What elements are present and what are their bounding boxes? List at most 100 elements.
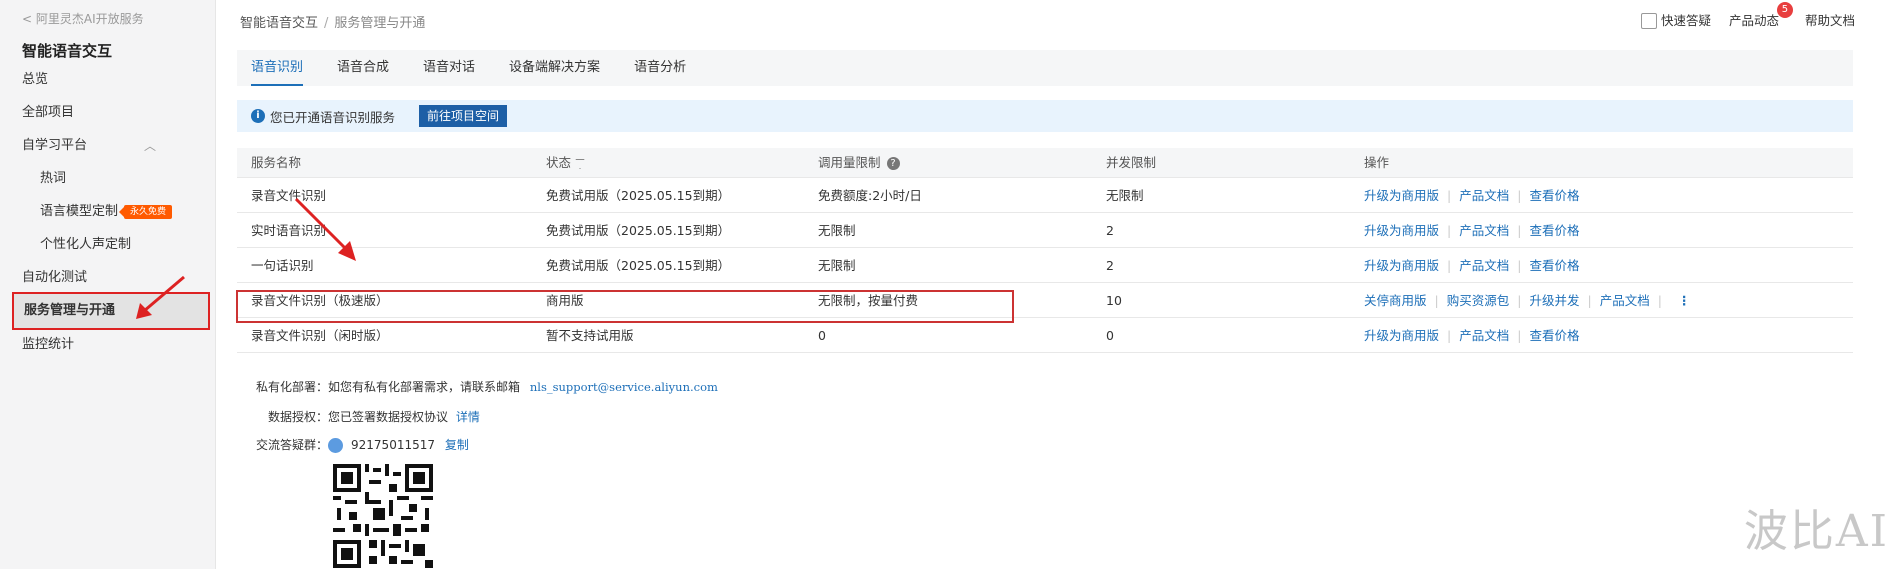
tab-speech-analysis[interactable]: 语音分析 bbox=[634, 50, 686, 86]
data-auth-label: 数据授权： bbox=[268, 410, 329, 424]
filter-icon[interactable] bbox=[575, 158, 586, 169]
stop-commercial-link[interactable]: 关停商用版 bbox=[1364, 293, 1427, 308]
table-row: 实时语音识别 免费试用版（2025.05.15到期） 无限制 2 升级为商用版 |… bbox=[237, 213, 1853, 248]
upgrade-concurrency-link[interactable]: 升级并发 bbox=[1529, 293, 1579, 308]
copy-link[interactable]: 复制 bbox=[445, 438, 469, 452]
back-link[interactable]: < 阿里灵杰AI开放服务 bbox=[22, 10, 144, 27]
upgrade-commercial-link[interactable]: 升级为商用版 bbox=[1364, 328, 1439, 343]
table-row: 录音文件识别（极速版） 商用版 无限制，按量付费 10 关停商用版 | 购买资源包 |… bbox=[237, 283, 1853, 318]
group-info: 交流答疑群： 92175011517 复制 bbox=[256, 436, 469, 453]
breadcrumb-root[interactable]: 智能语音交互 bbox=[240, 16, 318, 31]
call-limit: 0 bbox=[818, 328, 826, 343]
row-actions: 升级为商用版 | 产品文档 | 查看价格 bbox=[1364, 188, 1580, 203]
view-price-link[interactable]: 查看价格 bbox=[1529, 328, 1579, 343]
table-row: 录音文件识别 免费试用版（2025.05.15到期） 免费额度:2小时/日 无限… bbox=[237, 178, 1853, 213]
service-name: 实时语音识别 bbox=[251, 223, 327, 238]
service-tabs: 语音识别 语音合成 语音对话 设备端解决方案 语音分析 bbox=[237, 50, 1853, 86]
data-auth-info: 数据授权：您已签署数据授权协议 详情 bbox=[268, 408, 480, 425]
sidebar-item-label: 语言模型定制 bbox=[40, 204, 119, 219]
table-header: 服务名称 状态 调用量限制? 并发限制 操作 bbox=[237, 148, 1853, 178]
concurrency-limit: 10 bbox=[1106, 293, 1122, 308]
call-limit: 免费额度:2小时/日 bbox=[818, 188, 922, 203]
service-name: 录音文件识别（闲时版） bbox=[251, 328, 389, 343]
concurrency-limit: 2 bbox=[1106, 223, 1114, 238]
call-limit: 无限制 bbox=[818, 223, 856, 238]
call-limit: 无限制 bbox=[818, 258, 856, 273]
header-actions: 操作 bbox=[1364, 155, 1390, 170]
sidebar-item-label: 个性化人声定制 bbox=[40, 237, 132, 252]
product-docs-link[interactable]: 产品文档 bbox=[1459, 328, 1509, 343]
header-service-name: 服务名称 bbox=[251, 155, 302, 170]
data-auth-text: 您已签署数据授权协议 bbox=[328, 410, 449, 424]
row-actions: 关停商用版 | 购买资源包 | 升级并发 | 产品文档 | ⋮ bbox=[1364, 293, 1691, 308]
tab-voice-dialog[interactable]: 语音对话 bbox=[423, 50, 475, 86]
product-news-button[interactable]: 产品动态 5 bbox=[1728, 2, 1793, 29]
product-docs-link[interactable]: 产品文档 bbox=[1459, 223, 1509, 238]
upgrade-commercial-link[interactable]: 升级为商用版 bbox=[1364, 188, 1439, 203]
view-price-link[interactable]: 查看价格 bbox=[1529, 188, 1579, 203]
concurrency-limit: 无限制 bbox=[1106, 188, 1144, 203]
service-notice: i 您已开通语音识别服务 前往项目空间 bbox=[237, 100, 1853, 132]
breadcrumb: 智能语音交互 / 服务管理与开通 bbox=[240, 12, 425, 31]
view-price-link[interactable]: 查看价格 bbox=[1529, 223, 1579, 238]
qa-icon bbox=[1640, 12, 1657, 29]
service-status: 免费试用版（2025.05.15到期） bbox=[546, 258, 731, 273]
concurrency-limit: 2 bbox=[1106, 258, 1114, 273]
sidebar-item-label: 自动化测试 bbox=[22, 270, 88, 285]
info-icon: i bbox=[251, 109, 265, 123]
header-call-limit-label: 调用量限制 bbox=[818, 155, 881, 170]
help-docs-link[interactable]: 帮助文档 bbox=[1805, 10, 1855, 29]
breadcrumb-current: 服务管理与开通 bbox=[334, 16, 426, 31]
watermark: 波比AI bbox=[1743, 506, 1889, 557]
service-status: 商用版 bbox=[546, 293, 584, 308]
sidebar-item-monitoring[interactable]: 监控统计 bbox=[0, 325, 216, 365]
concurrency-limit: 0 bbox=[1106, 328, 1114, 343]
support-email-link[interactable]: nls_support@service.aliyun.com bbox=[530, 380, 718, 394]
product-docs-link[interactable]: 产品文档 bbox=[1459, 258, 1509, 273]
tab-speech-recognition[interactable]: 语音识别 bbox=[251, 50, 304, 86]
sidebar-title: 智能语音交互 bbox=[22, 42, 113, 60]
header-concurrency: 并发限制 bbox=[1106, 155, 1157, 170]
top-actions: 快速答疑 产品动态 5 帮助文档 bbox=[1640, 2, 1855, 30]
sidebar-item-label: 服务管理与开通 bbox=[24, 303, 116, 318]
call-limit: 无限制，按量付费 bbox=[818, 293, 919, 308]
news-count-badge: 5 bbox=[1776, 2, 1793, 19]
sidebar-item-label: 监控统计 bbox=[22, 337, 75, 352]
product-docs-link[interactable]: 产品文档 bbox=[1459, 188, 1509, 203]
top-bar: 智能语音交互 / 服务管理与开通 快速答疑 产品动态 5 帮助文档 bbox=[216, 0, 1899, 40]
quick-qa-label: 快速答疑 bbox=[1660, 13, 1711, 28]
notice-text: 您已开通语音识别服务 bbox=[270, 109, 396, 125]
service-status: 暂不支持试用版 bbox=[546, 328, 634, 343]
qr-code-image bbox=[333, 464, 433, 568]
tab-speech-synthesis[interactable]: 语音合成 bbox=[337, 50, 389, 86]
sidebar-item-label: 自学习平台 bbox=[22, 138, 88, 153]
view-price-link[interactable]: 查看价格 bbox=[1529, 258, 1579, 273]
go-to-project-button[interactable]: 前往项目空间 bbox=[419, 105, 508, 127]
quick-qa-button[interactable]: 快速答疑 bbox=[1640, 10, 1711, 30]
header-status-label: 状态 bbox=[546, 155, 572, 170]
service-name: 录音文件识别 bbox=[251, 188, 327, 203]
header-status: 状态 bbox=[546, 148, 586, 178]
chat-group-icon bbox=[328, 438, 344, 453]
row-actions: 升级为商用版 | 产品文档 | 查看价格 bbox=[1364, 258, 1580, 273]
service-status: 免费试用版（2025.05.15到期） bbox=[546, 188, 731, 203]
more-actions-icon[interactable]: ⋮ bbox=[1678, 293, 1691, 308]
private-deploy-label: 私有化部署： bbox=[256, 380, 329, 394]
sidebar: < 阿里灵杰AI开放服务 智能语音交互 总览 全部项目 自学习平台 ︿ 热词 语言… bbox=[0, 0, 216, 569]
data-auth-details-link[interactable]: 详情 bbox=[456, 410, 480, 424]
tab-device-solutions[interactable]: 设备端解决方案 bbox=[509, 50, 600, 86]
service-name: 录音文件识别（极速版） bbox=[251, 293, 389, 308]
upgrade-commercial-link[interactable]: 升级为商用版 bbox=[1364, 258, 1439, 273]
row-actions: 升级为商用版 | 产品文档 | 查看价格 bbox=[1364, 328, 1580, 343]
sidebar-item-label: 热词 bbox=[40, 171, 67, 186]
product-docs-link[interactable]: 产品文档 bbox=[1600, 293, 1650, 308]
table-row: 录音文件识别（闲时版） 暂不支持试用版 0 0 升级为商用版 | 产品文档 | 查看价格 bbox=[237, 318, 1853, 353]
product-news-label: 产品动态 bbox=[1728, 13, 1779, 29]
help-icon[interactable]: ? bbox=[886, 157, 900, 170]
sidebar-item-label: 总览 bbox=[22, 72, 49, 87]
sidebar-item-label: 全部项目 bbox=[22, 105, 75, 120]
app-root: < 阿里灵杰AI开放服务 智能语音交互 总览 全部项目 自学习平台 ︿ 热词 语言… bbox=[0, 0, 1899, 569]
free-badge: 永久免费 bbox=[119, 204, 173, 219]
buy-resource-pack-link[interactable]: 购买资源包 bbox=[1447, 293, 1510, 308]
upgrade-commercial-link[interactable]: 升级为商用版 bbox=[1364, 223, 1439, 238]
